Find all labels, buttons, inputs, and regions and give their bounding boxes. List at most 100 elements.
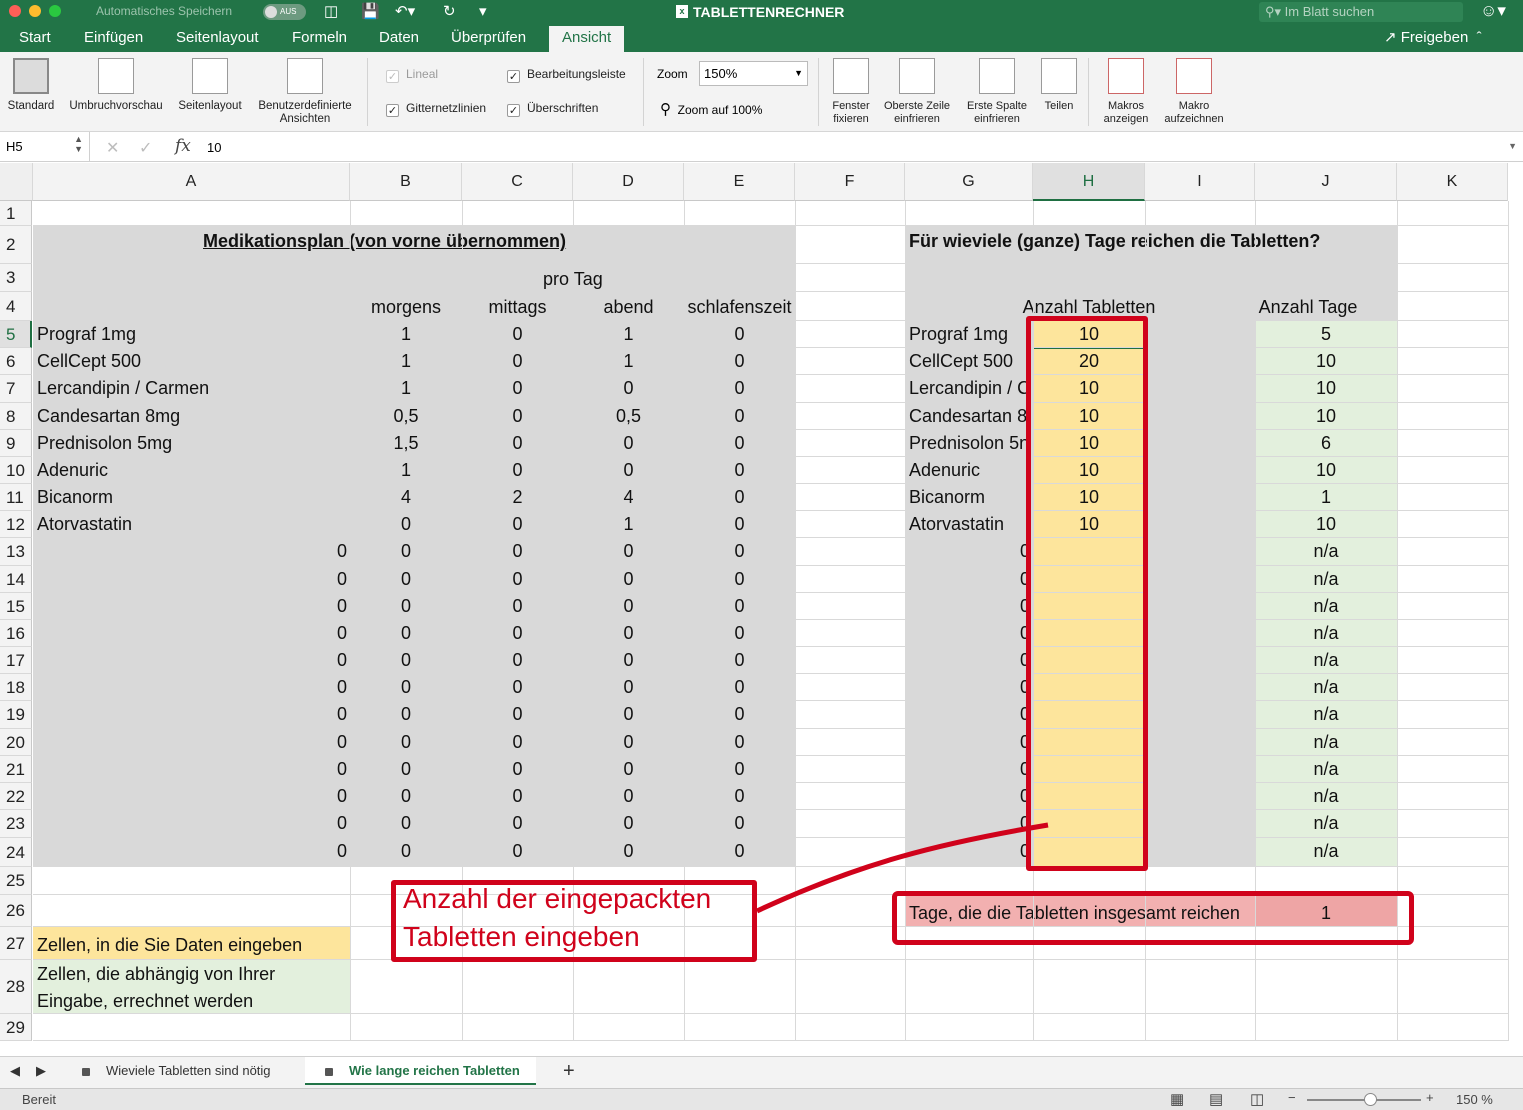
cell-g[interactable]: Adenuric bbox=[909, 460, 1029, 481]
med-name-cell[interactable]: Atorvastatin bbox=[37, 514, 132, 535]
column-header-c[interactable]: C bbox=[462, 163, 573, 201]
cell-abend[interactable]: 0 bbox=[573, 841, 684, 862]
med-name-cell[interactable]: CellCept 500 bbox=[37, 351, 141, 372]
cell-morgens[interactable]: 0 bbox=[350, 759, 462, 780]
name-box[interactable]: H5 ▲ ▼ bbox=[0, 132, 90, 162]
tab-seitenlayout[interactable]: Seitenlayout bbox=[176, 29, 259, 46]
cancel-formula-icon[interactable]: ✕ bbox=[106, 138, 119, 158]
tab-start[interactable]: Start bbox=[19, 29, 51, 46]
cell-abend[interactable]: 0 bbox=[573, 813, 684, 834]
cell-schlafenszeit[interactable]: 0 bbox=[684, 813, 795, 834]
row-header-6[interactable]: 6 bbox=[0, 348, 32, 375]
row-header-29[interactable]: 29 bbox=[0, 1014, 32, 1041]
cell-g[interactable]: 0 bbox=[990, 569, 1030, 590]
cell-schlafenszeit[interactable]: 0 bbox=[684, 460, 795, 481]
split-button[interactable]: Teilen bbox=[1038, 58, 1080, 113]
cell-abend[interactable]: 0 bbox=[573, 569, 684, 590]
formula-input[interactable]: 10 bbox=[207, 140, 221, 155]
row-header-18[interactable]: 18 bbox=[0, 674, 32, 701]
customize-toolbar-icon[interactable]: ▾ bbox=[479, 2, 487, 20]
cell-abend[interactable]: 0 bbox=[573, 759, 684, 780]
cell-abend[interactable]: 1 bbox=[573, 324, 684, 345]
cell-morgens[interactable]: 0 bbox=[350, 813, 462, 834]
row-header-12[interactable]: 12 bbox=[0, 511, 32, 538]
column-header-e[interactable]: E bbox=[684, 163, 795, 201]
column-header-g[interactable]: G bbox=[905, 163, 1033, 201]
cell-g[interactable]: 0 bbox=[990, 677, 1030, 698]
row-header-15[interactable]: 15 bbox=[0, 593, 32, 620]
row-header-5[interactable]: 5 bbox=[0, 321, 32, 348]
zoom-slider-handle[interactable] bbox=[1364, 1093, 1377, 1106]
cell-g[interactable]: Atorvastatin bbox=[909, 514, 1029, 535]
cell-g[interactable]: 0 bbox=[990, 541, 1030, 562]
zoom-window-button[interactable] bbox=[49, 5, 61, 17]
add-sheet-icon[interactable]: + bbox=[563, 1060, 575, 1083]
gridlines-checkbox[interactable]: ✓ Gitternetzlinien bbox=[386, 101, 486, 117]
cell-a[interactable]: 0 bbox=[250, 650, 347, 671]
cell-schlafenszeit[interactable]: 0 bbox=[684, 677, 795, 698]
cell-morgens[interactable]: 0 bbox=[350, 596, 462, 617]
cell-g[interactable]: 0 bbox=[990, 841, 1030, 862]
page-break-view-icon[interactable]: ◫ bbox=[1250, 1090, 1264, 1108]
cell-abend[interactable]: 0 bbox=[573, 460, 684, 481]
cell-morgens[interactable]: 0,5 bbox=[350, 406, 462, 427]
minimize-window-button[interactable] bbox=[29, 5, 41, 17]
cell-abend[interactable]: 0 bbox=[573, 786, 684, 807]
row-header-7[interactable]: 7 bbox=[0, 375, 32, 403]
tab-daten[interactable]: Daten bbox=[379, 29, 419, 46]
cell-mittags[interactable]: 0 bbox=[462, 514, 573, 535]
cell-a[interactable]: 0 bbox=[250, 813, 347, 834]
cell-abend[interactable]: 0 bbox=[573, 378, 684, 399]
column-header-d[interactable]: D bbox=[573, 163, 684, 201]
view-custom-button[interactable]: Benutzerdefinierte Ansichten bbox=[250, 58, 360, 126]
redo-icon[interactable]: ↻ bbox=[443, 2, 456, 20]
cell-mittags[interactable]: 0 bbox=[462, 433, 573, 454]
feedback-smiley-icon[interactable]: ☺▾ bbox=[1480, 1, 1506, 21]
cell-abend[interactable]: 0 bbox=[573, 650, 684, 671]
cell-g[interactable]: CellCept 500 bbox=[909, 351, 1029, 372]
share-button[interactable]: ↗ Freigeben ˆ bbox=[1384, 28, 1482, 46]
normal-view-icon[interactable]: ▦ bbox=[1170, 1090, 1184, 1108]
cell-abend[interactable]: 0,5 bbox=[573, 406, 684, 427]
cell-morgens[interactable]: 1 bbox=[350, 351, 462, 372]
sheet-tab-wie-lange[interactable]: Wie lange reichen Tabletten bbox=[305, 1057, 536, 1085]
cell-mittags[interactable]: 0 bbox=[462, 541, 573, 562]
row-header-26[interactable]: 26 bbox=[0, 895, 32, 927]
next-sheet-icon[interactable]: ▶ bbox=[36, 1063, 46, 1079]
cell-a[interactable]: 0 bbox=[250, 786, 347, 807]
cell-schlafenszeit[interactable]: 0 bbox=[684, 732, 795, 753]
close-window-button[interactable] bbox=[9, 5, 21, 17]
view-standard-button[interactable]: Standard bbox=[4, 58, 58, 113]
cell-morgens[interactable]: 0 bbox=[350, 569, 462, 590]
freeze-top-row-button[interactable]: Oberste Zeile einfrieren bbox=[878, 58, 956, 126]
cell-schlafenszeit[interactable]: 0 bbox=[684, 596, 795, 617]
med-name-cell[interactable]: Adenuric bbox=[37, 460, 108, 481]
row-header-20[interactable]: 20 bbox=[0, 729, 32, 756]
row-header-28[interactable]: 28 bbox=[0, 960, 32, 1014]
tab-ueberpruefen[interactable]: Überprüfen bbox=[451, 29, 526, 46]
cell-schlafenszeit[interactable]: 0 bbox=[684, 514, 795, 535]
med-name-cell[interactable]: Candesartan 8mg bbox=[37, 406, 180, 427]
row-header-2[interactable]: 2 bbox=[0, 226, 32, 264]
row-header-16[interactable]: 16 bbox=[0, 620, 32, 647]
row-header-10[interactable]: 10 bbox=[0, 457, 32, 484]
sidebar-icon[interactable]: ◫ bbox=[324, 2, 338, 20]
cell-morgens[interactable]: 0 bbox=[350, 541, 462, 562]
sheet-tab-tabletten-noetig[interactable]: Wieviele Tabletten sind nötig bbox=[62, 1057, 287, 1085]
view-page-break-button[interactable]: Umbruchvorschau bbox=[62, 58, 170, 113]
tab-ansicht[interactable]: Ansicht bbox=[549, 26, 625, 52]
cell-schlafenszeit[interactable]: 0 bbox=[684, 487, 795, 508]
cell-morgens[interactable]: 0 bbox=[350, 623, 462, 644]
cell-g[interactable]: Prednisolon 5n bbox=[909, 433, 1029, 454]
column-header-h[interactable]: H bbox=[1033, 163, 1145, 201]
cell-schlafenszeit[interactable]: 0 bbox=[684, 704, 795, 725]
med-name-cell[interactable]: Prednisolon 5mg bbox=[37, 433, 172, 454]
cell-g[interactable]: 0 bbox=[990, 786, 1030, 807]
cell-abend[interactable]: 0 bbox=[573, 704, 684, 725]
column-header-k[interactable]: K bbox=[1397, 163, 1508, 201]
cell-morgens[interactable]: 0 bbox=[350, 704, 462, 725]
cell-mittags[interactable]: 0 bbox=[462, 406, 573, 427]
column-header-f[interactable]: F bbox=[795, 163, 905, 201]
cell-a[interactable]: 0 bbox=[250, 841, 347, 862]
tab-formeln[interactable]: Formeln bbox=[292, 29, 347, 46]
